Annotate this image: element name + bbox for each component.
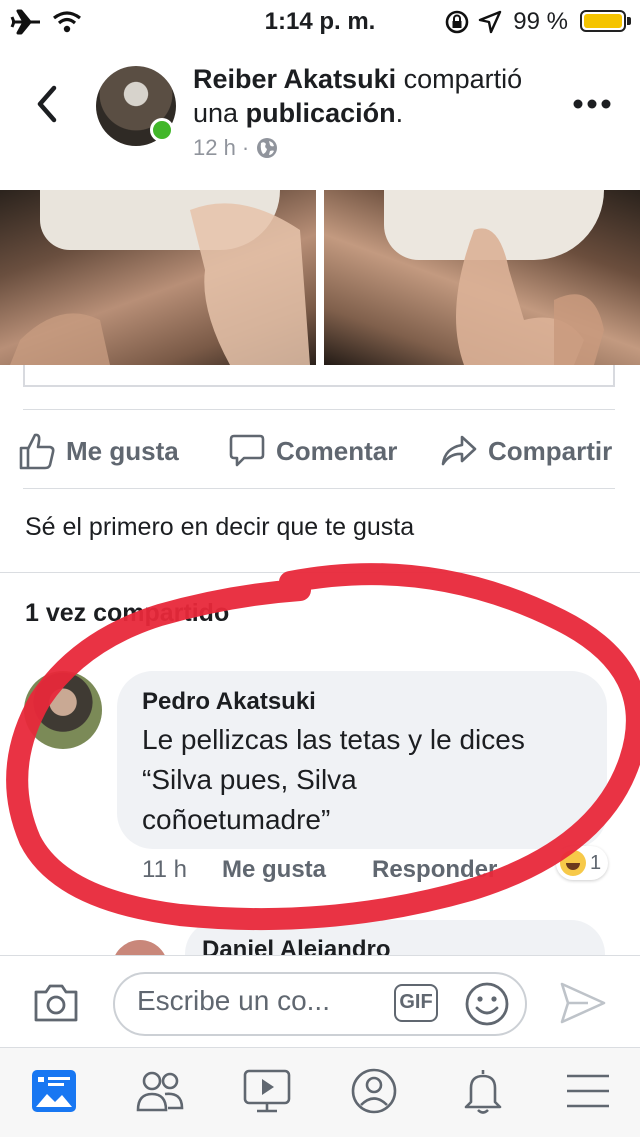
post-header-text: Reiber Akatsuki compartió una publicació… — [193, 62, 563, 130]
globe-icon — [257, 138, 278, 158]
like-button[interactable]: Me gusta — [18, 428, 179, 474]
back-chevron-icon[interactable] — [30, 82, 64, 126]
comment-reply-link[interactable]: Responder — [372, 856, 497, 884]
online-status-dot — [150, 118, 174, 142]
thumbs-up-icon — [19, 433, 55, 470]
commenter-avatar[interactable] — [24, 671, 102, 749]
reaction-count: 1 — [590, 851, 602, 874]
comment-text: Le pellizcas las tetas y le dices “Silva… — [142, 724, 525, 835]
friends-icon[interactable] — [135, 1066, 185, 1116]
comment-button[interactable]: Comentar — [228, 428, 397, 474]
news-feed-icon[interactable] — [29, 1066, 79, 1116]
comment-label: Comentar — [276, 435, 398, 466]
photo-frame — [23, 365, 615, 387]
share-button[interactable]: Compartir — [440, 428, 612, 474]
post-age[interactable]: 12 h — [193, 135, 236, 161]
comment-bubble-icon — [229, 434, 265, 467]
watch-video-icon[interactable] — [242, 1066, 292, 1116]
gif-button[interactable]: GIF — [394, 984, 438, 1022]
location-icon — [478, 10, 502, 34]
camera-icon[interactable] — [32, 980, 80, 1024]
divider — [23, 409, 615, 410]
post-photo-1[interactable] — [0, 190, 316, 365]
rotation-lock-icon — [445, 10, 469, 34]
comment-input-placeholder[interactable]: Escribe un co... — [137, 985, 330, 1017]
share-arrow-icon — [441, 435, 477, 466]
battery-tip — [627, 17, 631, 25]
photo-1-shapes — [10, 203, 310, 365]
divider — [23, 488, 615, 489]
like-label: Me gusta — [66, 435, 179, 466]
profile-icon[interactable] — [349, 1066, 399, 1116]
first-like-prompt: Sé el primero en decir que te gusta — [25, 513, 415, 541]
battery-icon — [580, 10, 626, 32]
more-dots-icon[interactable] — [572, 98, 612, 110]
share-label: Compartir — [488, 435, 613, 466]
sticker-smiley-icon[interactable] — [464, 981, 510, 1027]
tab-bar — [0, 1047, 640, 1137]
send-icon[interactable] — [558, 980, 608, 1026]
reaction-summary[interactable]: 1 — [556, 846, 608, 880]
post-meta: 12 h · — [193, 135, 279, 161]
comment-age: 11 h — [142, 856, 187, 883]
notifications-bell-icon[interactable] — [458, 1066, 508, 1116]
battery-percentage: 99 % — [513, 8, 568, 35]
header-suffix: . — [395, 98, 404, 128]
author-name[interactable]: Reiber Akatsuki — [193, 64, 396, 94]
status-bar: 1:14 p. m. 99 % — [0, 0, 640, 44]
comment-like-link[interactable]: Me gusta — [222, 856, 326, 884]
menu-hamburger-icon[interactable] — [563, 1066, 613, 1116]
section-divider — [0, 572, 640, 573]
battery-level — [584, 14, 622, 28]
meta-separator: · — [241, 135, 250, 160]
header-object-link[interactable]: publicación — [246, 98, 396, 128]
post-photo-2[interactable] — [324, 190, 640, 365]
haha-emoji-icon — [560, 850, 586, 876]
shares-count[interactable]: 1 vez compartido — [25, 599, 229, 628]
photo-2-shapes — [456, 228, 604, 365]
commenter-name[interactable]: Pedro Akatsuki — [142, 688, 316, 716]
